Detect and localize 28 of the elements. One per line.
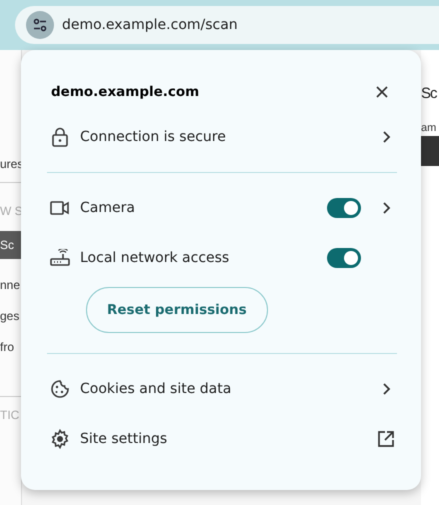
details-button[interactable] (382, 201, 390, 215)
menu-item[interactable]: Connection is secure (47, 112, 397, 162)
gear-icon (49, 429, 71, 449)
chevron-right-icon (382, 201, 390, 215)
site-name: demo.example.com (51, 84, 200, 100)
page-text: fro (0, 339, 16, 355)
toggle-switch[interactable] (327, 198, 361, 218)
page-text: Sc (421, 86, 438, 102)
router-icon (49, 249, 71, 267)
page-text: ges (0, 308, 20, 324)
lock-icon (49, 127, 71, 147)
sliders-icon (32, 17, 48, 33)
toggle-switch[interactable] (327, 248, 361, 268)
menu-item[interactable]: Site settings (47, 414, 397, 464)
address-bar[interactable]: demo.example.com/scan (15, 6, 439, 44)
video-camera-icon (49, 200, 71, 216)
permission-label: Local network access (80, 250, 230, 266)
external-link-icon (377, 430, 395, 448)
chevron-right-icon (382, 382, 390, 396)
menu-item[interactable]: Cookies and site data (47, 364, 397, 414)
url-text: demo.example.com/scan (62, 17, 238, 33)
close-icon (375, 85, 389, 99)
chevron-right-icon (382, 130, 390, 144)
site-info-button[interactable] (26, 11, 54, 39)
page-text: nne (0, 277, 21, 293)
cookie-icon (49, 379, 71, 399)
permission-label: Camera (80, 200, 136, 216)
reset-button[interactable]: Reset permissions (86, 287, 268, 333)
